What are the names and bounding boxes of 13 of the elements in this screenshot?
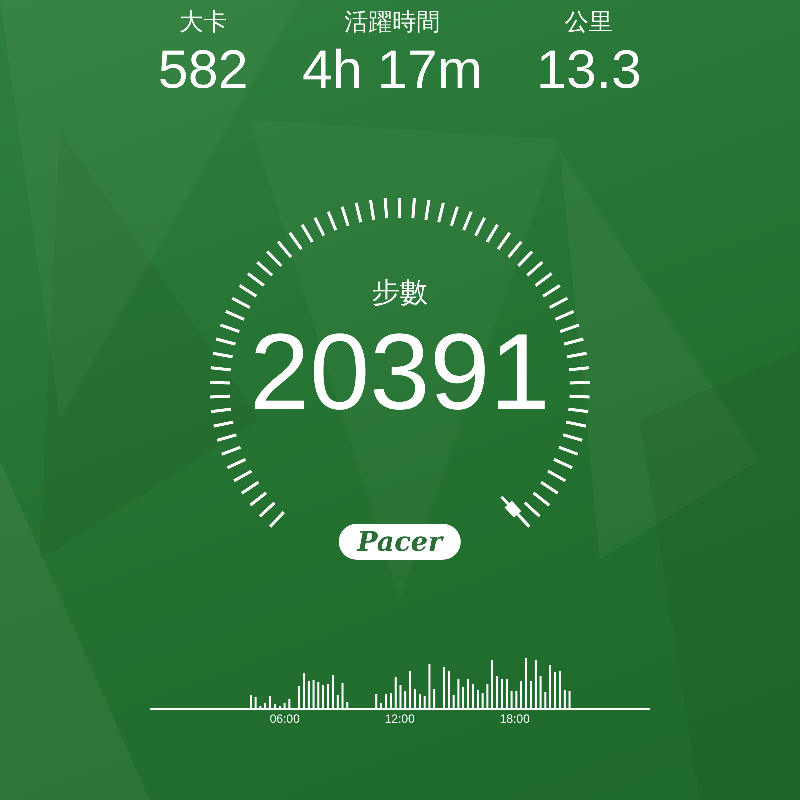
time-label: 18:00 bbox=[500, 712, 530, 726]
stat-label: 公里 bbox=[565, 8, 614, 38]
brand-logo: Pacer bbox=[339, 524, 461, 560]
stat-label: 大卡 bbox=[179, 8, 228, 38]
steps-label: 步數 bbox=[372, 276, 428, 310]
time-label: 06:00 bbox=[270, 712, 300, 726]
stat-value: 13.3 bbox=[536, 40, 642, 100]
time-label: 12:00 bbox=[384, 712, 416, 726]
stat-value: 4h 17m bbox=[302, 40, 483, 100]
stat-label: 活躍時間 bbox=[344, 8, 440, 38]
progress-marker bbox=[500, 496, 522, 518]
stat-value: 582 bbox=[158, 40, 248, 100]
steps-count: 20391 bbox=[250, 314, 550, 430]
